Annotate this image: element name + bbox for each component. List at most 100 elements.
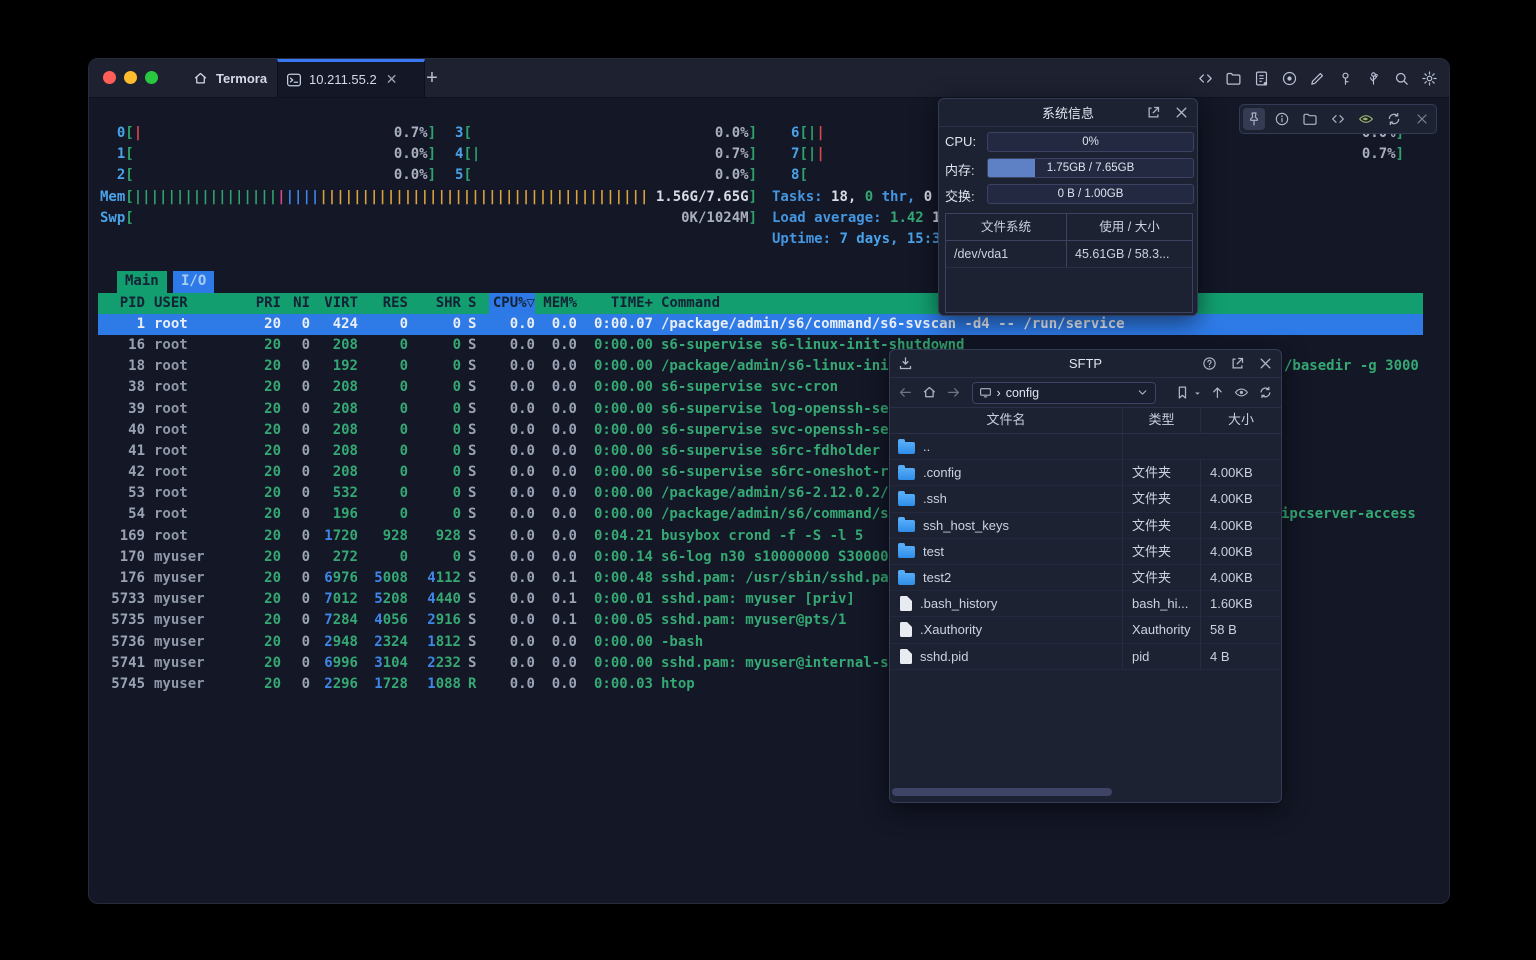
load-average-line: Load average: 1.42 1	[772, 208, 941, 229]
fkey-f6[interactable]: F6	[437, 903, 454, 904]
file-row--[interactable]: ..	[890, 434, 1281, 460]
cpu-meter-value: 0.7%]	[1362, 144, 1404, 165]
minimize-window-button[interactable]	[124, 71, 137, 84]
chevron-down-icon[interactable]	[1136, 386, 1149, 399]
process-table-header[interactable]: PIDUSERPRINIVIRTRESSHRSCPU%▽MEM%TIME+Com…	[98, 293, 1423, 314]
column-time[interactable]: TIME+	[577, 293, 653, 314]
fkey-f7[interactable]: F7	[505, 903, 522, 904]
column-cpu[interactable]: CPU%▽	[489, 293, 535, 314]
code-icon[interactable]	[1330, 111, 1346, 127]
help-icon[interactable]	[1202, 356, 1217, 371]
close-icon[interactable]	[1414, 111, 1430, 127]
fkey-label-kill[interactable]: Kill	[656, 903, 707, 904]
fkey-f5[interactable]: F5	[370, 903, 387, 904]
forward-icon[interactable]	[946, 385, 961, 400]
swap-progress-text: 0 B / 1.00GB	[1058, 188, 1124, 200]
refresh-icon[interactable]	[1258, 385, 1273, 400]
htop-function-key-bar[interactable]: F1Help F2Setup F3SearchF4FilterF5Tree F6…	[100, 903, 1422, 904]
new-tab-button[interactable]: +	[419, 65, 445, 91]
fkey-f9[interactable]: F9	[640, 903, 657, 904]
fkey-f8[interactable]: F8	[572, 903, 589, 904]
htop-tab-io[interactable]: I/O	[173, 271, 214, 292]
show-hidden-eye-icon[interactable]	[1234, 385, 1249, 400]
info-icon[interactable]	[1274, 111, 1290, 127]
folder-icon[interactable]	[1225, 70, 1242, 87]
keychain-icon[interactable]	[1365, 70, 1382, 87]
column-pri[interactable]: PRI	[248, 293, 281, 314]
fkey-label-nice-[interactable]: Nice +	[589, 903, 640, 904]
cpu-meter-1: 1[0.0%]	[100, 144, 436, 165]
code-icon[interactable]	[1197, 70, 1214, 87]
fkey-f3[interactable]: F3	[235, 903, 252, 904]
log-icon[interactable]	[1253, 70, 1270, 87]
column-pid[interactable]: PID	[98, 293, 145, 314]
pin-icon[interactable]	[1243, 108, 1265, 130]
path-combobox[interactable]: › config	[972, 382, 1156, 404]
file-row--bash-history[interactable]: .bash_historybash_hi...1.60KB	[890, 591, 1281, 617]
sftp-table-header[interactable]: 文件名类型大小	[890, 407, 1281, 434]
fkey-label-help[interactable]: Help	[117, 903, 168, 904]
close-icon[interactable]	[1258, 356, 1273, 371]
column-s[interactable]: S	[461, 293, 489, 314]
key-icon[interactable]	[1337, 70, 1354, 87]
bookmark-icon[interactable]	[1175, 385, 1190, 400]
tab-termora-home[interactable]: Termora	[183, 59, 277, 97]
close-window-button[interactable]	[103, 71, 116, 84]
fkey-label-nice-[interactable]: Nice -	[522, 903, 573, 904]
column-res[interactable]: RES	[358, 293, 408, 314]
bookmark-caret-icon[interactable]	[1193, 385, 1202, 400]
refresh-icon[interactable]	[1386, 111, 1402, 127]
folder-icon[interactable]	[1302, 111, 1318, 127]
memory-progress-fill	[988, 159, 1035, 177]
file-row--config[interactable]: .config文件夹4.00KB	[890, 460, 1281, 486]
pencil-icon[interactable]	[1309, 70, 1326, 87]
column-ni[interactable]: NI	[281, 293, 310, 314]
sftp-toolbar: › config	[890, 378, 1281, 408]
fkey-f4[interactable]: F4	[302, 903, 319, 904]
close-tab-icon[interactable]: ✕	[386, 71, 398, 88]
file-row-test[interactable]: test文件夹4.00KB	[890, 539, 1281, 565]
filesystem-row: /dev/vda145.61GB / 58.3...	[946, 241, 1192, 268]
open-in-window-icon[interactable]	[1146, 105, 1161, 120]
back-icon[interactable]	[898, 385, 913, 400]
search-icon[interactable]	[1393, 70, 1410, 87]
folder-icon	[898, 573, 915, 585]
fkey-f10[interactable]: F10	[707, 903, 732, 904]
gear-icon[interactable]	[1421, 70, 1438, 87]
fkey-label-tree[interactable]: Tree	[387, 903, 438, 904]
column-shr[interactable]: SHR	[408, 293, 461, 314]
folder-icon	[898, 546, 915, 558]
up-directory-icon[interactable]	[1210, 385, 1225, 400]
nvidia-icon[interactable]	[1358, 111, 1374, 127]
fkey-label-search[interactable]: Search	[252, 903, 303, 904]
open-in-window-icon[interactable]	[1230, 356, 1245, 371]
home-icon[interactable]	[922, 385, 937, 400]
tab-ssh-session[interactable]: 10.211.55.2 ✕	[277, 59, 425, 97]
column-virt[interactable]: VIRT	[310, 293, 358, 314]
command-tail: ipcserver-access	[1281, 504, 1416, 525]
maximize-window-button[interactable]	[145, 71, 158, 84]
column-mem[interactable]: MEM%	[535, 293, 577, 314]
fkey-label-filter[interactable]: Filter	[319, 903, 370, 904]
fkey-label-quit[interactable]: Quit	[732, 903, 1422, 904]
htop-tab-main[interactable]: Main	[117, 271, 167, 292]
folder-icon	[898, 442, 915, 454]
record-icon[interactable]	[1281, 70, 1298, 87]
file-row-test2[interactable]: test2文件夹4.00KB	[890, 565, 1281, 591]
fkey-label-sortby[interactable]: SortBy	[454, 903, 505, 904]
fkey-label-setup[interactable]: Setup	[184, 903, 235, 904]
file-row-ssh-host-keys[interactable]: ssh_host_keys文件夹4.00KB	[890, 513, 1281, 539]
sysinfo-header: 系统信息	[939, 99, 1197, 127]
sftp-file-table: 文件名类型大小...config文件夹4.00KB.ssh文件夹4.00KBss…	[890, 407, 1281, 670]
fkey-f2[interactable]: F2	[167, 903, 184, 904]
file-row--Xauthority[interactable]: .XauthorityXauthority58 B	[890, 617, 1281, 643]
fkey-f1[interactable]: F1	[100, 903, 117, 904]
process-row-pid-1[interactable]: 1root20042400S0.00.00:00.07/package/admi…	[98, 314, 1423, 335]
horizontal-scrollbar[interactable]	[892, 788, 1112, 796]
close-icon[interactable]	[1174, 105, 1189, 120]
file-row-sshd-pid[interactable]: sshd.pidpid4 B	[890, 644, 1281, 670]
download-icon[interactable]	[898, 356, 913, 371]
file-row--ssh[interactable]: .ssh文件夹4.00KB	[890, 486, 1281, 512]
column-user[interactable]: USER	[145, 293, 248, 314]
tasks-line: Tasks: 18, 0 thr, 0 k	[772, 187, 949, 208]
